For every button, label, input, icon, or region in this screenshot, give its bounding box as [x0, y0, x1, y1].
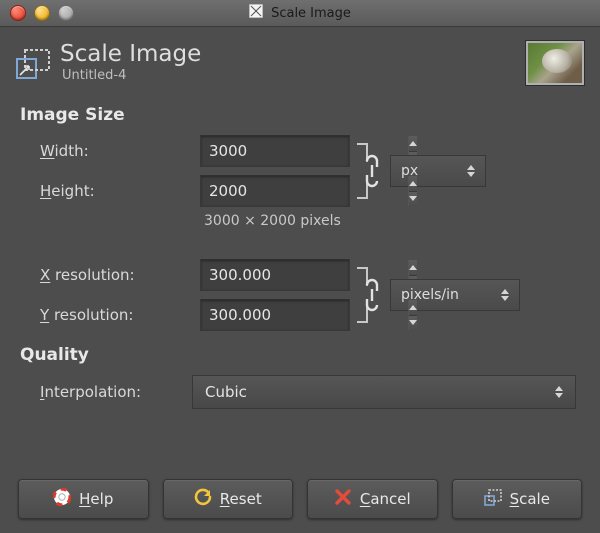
dialog-buttons: Help Reset Cancel Scale: [0, 479, 600, 519]
width-up-button[interactable]: [409, 136, 417, 152]
help-icon: [53, 488, 71, 510]
height-spinner[interactable]: [200, 175, 350, 207]
close-window-button[interactable]: [10, 5, 26, 21]
pixel-dimensions-hint: 3000 × 2000 pixels: [204, 213, 520, 229]
section-quality: Quality: [20, 345, 582, 365]
window-title: Scale Image: [271, 6, 351, 21]
minimize-window-button[interactable]: [34, 5, 50, 21]
zoom-window-button[interactable]: [58, 5, 74, 21]
yres-down-button[interactable]: [409, 316, 417, 331]
reset-icon: [194, 488, 212, 510]
width-label: Width:: [40, 142, 200, 160]
image-thumbnail: [526, 41, 584, 85]
xres-up-button[interactable]: [409, 260, 417, 276]
scale-button-label: Scale: [510, 490, 550, 508]
cancel-icon: [334, 488, 352, 510]
yres-label: Y resolution:: [40, 306, 200, 324]
section-image-size: Image Size: [20, 105, 582, 125]
scale-image-icon: [16, 45, 50, 79]
interpolation-label: Interpolation:: [40, 383, 178, 401]
dialog-title: Scale Image: [60, 43, 201, 66]
window-title-group: Scale Image: [0, 4, 600, 22]
dialog-subtitle: Untitled-4: [62, 68, 201, 83]
updown-icon: [467, 165, 475, 177]
interpolation-value: Cubic: [205, 383, 247, 401]
help-button-label: Help: [79, 490, 113, 508]
window-controls: [10, 5, 74, 21]
cancel-button-label: Cancel: [360, 490, 411, 508]
xres-label: X resolution:: [40, 266, 200, 284]
dialog-header: Scale Image Untitled-4: [0, 27, 600, 91]
height-down-button[interactable]: [409, 192, 417, 207]
reset-button[interactable]: Reset: [163, 479, 294, 519]
yres-spinner[interactable]: [200, 299, 350, 331]
yres-up-button[interactable]: [409, 300, 417, 316]
width-spinner[interactable]: [200, 135, 350, 167]
reset-button-label: Reset: [220, 490, 262, 508]
xres-spinner[interactable]: [200, 259, 350, 291]
cancel-button[interactable]: Cancel: [307, 479, 438, 519]
interpolation-select[interactable]: Cubic: [192, 375, 576, 409]
app-icon: [249, 4, 263, 22]
height-label: Height:: [40, 182, 200, 200]
height-input[interactable]: [201, 176, 408, 206]
updown-icon: [501, 289, 509, 301]
scale-button[interactable]: Scale: [452, 479, 583, 519]
help-button[interactable]: Help: [18, 479, 149, 519]
image-size-grid: Width: px He: [40, 135, 582, 331]
yres-input[interactable]: [201, 300, 408, 330]
height-up-button[interactable]: [409, 176, 417, 192]
titlebar: Scale Image: [0, 0, 600, 27]
updown-icon: [555, 386, 563, 398]
scale-icon: [484, 488, 502, 510]
